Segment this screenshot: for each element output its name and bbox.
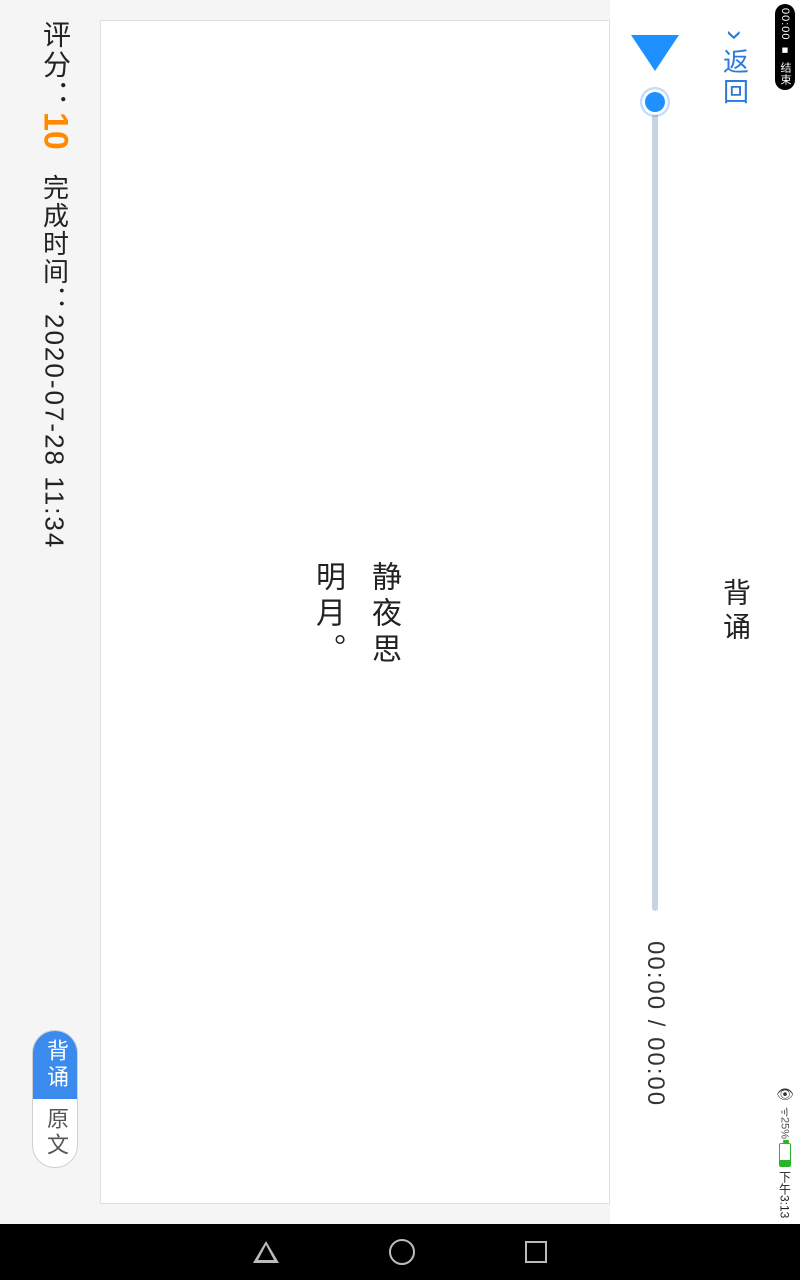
chevron-left-icon: › — [720, 30, 750, 40]
nav-back-icon[interactable] — [253, 1241, 279, 1263]
meta-column: 评分： 10 完成时间：2020-07-28 11:34 背诵 原文 — [25, 0, 85, 1224]
battery-icon — [779, 1143, 791, 1167]
audio-player: 00:00 / 00:00 — [610, 0, 700, 1224]
score-label: 评分： — [35, 20, 75, 110]
back-button[interactable]: › 返回 — [717, 20, 754, 108]
back-label: 返回 — [717, 48, 754, 108]
screen-record-badge: 00:00 ■ 结束 — [775, 4, 795, 90]
poem-line: 明月。 — [305, 561, 349, 669]
android-nav-bar — [0, 1224, 800, 1280]
page-title: 背诵 — [715, 578, 755, 646]
score-value: 10 — [36, 112, 75, 150]
play-button[interactable] — [631, 35, 679, 71]
complete-time: 完成时间：2020-07-28 11:34 — [37, 174, 74, 549]
tab-original[interactable]: 原文 — [33, 1099, 78, 1167]
time-display: 00:00 / 00:00 — [641, 941, 669, 1107]
status-clock: 下午3:13 — [777, 1171, 794, 1218]
status-bar: 00:00 ■ 结束 👁 ᯤ25% 下午3:13 — [770, 0, 800, 1224]
nav-home-icon[interactable] — [389, 1239, 415, 1265]
eye-care-icon: 👁 — [776, 1086, 794, 1103]
recitation-content: 静夜思 明月。 — [100, 20, 610, 1204]
view-toggle: 背诵 原文 — [32, 1030, 78, 1168]
poem-title: 静夜思 — [361, 561, 405, 669]
progress-track[interactable] — [652, 91, 658, 911]
wifi-label: ᯤ25% — [778, 1107, 793, 1139]
play-icon — [631, 35, 679, 71]
nav-recent-icon[interactable] — [525, 1241, 547, 1263]
tab-recite[interactable]: 背诵 — [33, 1031, 78, 1099]
app-header: › 返回 背诵 — [700, 0, 770, 1224]
progress-thumb[interactable] — [642, 89, 668, 115]
